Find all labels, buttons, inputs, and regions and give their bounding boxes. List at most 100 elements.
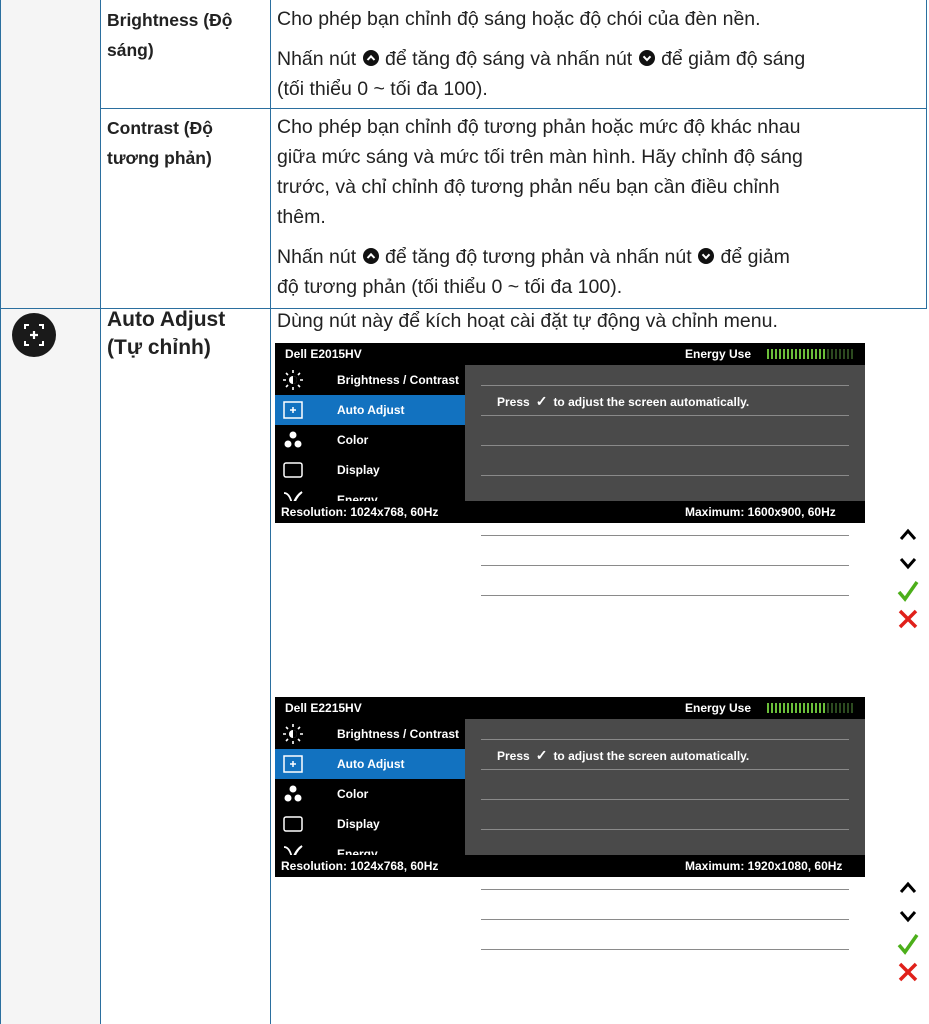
osd-menu-item-label: Color <box>337 433 369 447</box>
desc-text: Nhấn nút <box>277 48 357 70</box>
osd-content-row <box>481 445 849 476</box>
checkmark-icon: ✓ <box>535 393 548 409</box>
desc-text: để giảm <box>720 246 790 268</box>
up-button-icon <box>362 50 379 66</box>
check-icon[interactable] <box>895 931 921 957</box>
osd-content-row <box>481 415 849 446</box>
osd-menu-item-auto-adjust[interactable]: Auto Adjust <box>275 749 465 779</box>
msg-rest: to adjust the screen automatically. <box>553 749 750 763</box>
table-border-right <box>926 0 927 308</box>
auto-adjust-message: Press ✓ to adjust the screen automatically… <box>497 393 749 410</box>
monitor-model: Dell E2015HV <box>285 347 362 361</box>
display-icon <box>283 814 303 834</box>
osd-content-panel: Press ✓ to adjust the screen automatically… <box>465 719 865 950</box>
osd-menu-item-brightness-contrast[interactable]: Brightness / Contrast <box>275 719 465 749</box>
osd-content-row <box>481 799 849 830</box>
osd-menu-item-display[interactable]: Display <box>275 809 465 839</box>
others-icon <box>283 580 303 600</box>
term-contrast-line1: Contrast (Độ <box>107 118 213 138</box>
term-contrast: Contrast (Độ tương phản) <box>107 113 213 173</box>
osd-menu-item-label: Menu <box>337 523 369 537</box>
desc-text: để giảm độ sáng <box>661 48 806 70</box>
osd-menu-item-personalize[interactable]: Personalize <box>275 899 465 929</box>
osd-menu: Brightness / Contrast Auto Adjust Color Dis… <box>275 719 465 951</box>
desc-contrast-line4: thêm. <box>277 206 326 228</box>
osd-menu-item-label: Color <box>337 787 369 801</box>
osd-menu-item-label: Personalize <box>337 907 404 921</box>
desc-contrast-line6: độ tương phản (tối thiểu 0 ~ tối đa 100)… <box>277 276 623 298</box>
osd-menu-item-color[interactable]: Color <box>275 779 465 809</box>
msg-press: Press <box>497 749 530 763</box>
msg-rest: to adjust the screen automatically. <box>553 395 750 409</box>
brightness-contrast-icon <box>283 370 303 390</box>
menu-icon <box>283 874 303 894</box>
osd-menu-item-label: Others <box>337 583 376 597</box>
term-auto-adjust-line1: Auto Adjust <box>107 308 226 331</box>
desc-contrast-para2: Nhấn nút để tăng độ tương phản và nhấn n… <box>277 242 922 272</box>
desc-auto-adjust: Dùng nút này để kích hoạt cài đặt tự độn… <box>277 309 922 333</box>
osd-content-row: Press ✓ to adjust the screen automatically… <box>481 739 849 770</box>
osd-menu-item-auto-adjust[interactable]: Auto Adjust <box>275 395 465 425</box>
osd-menu-item-others[interactable]: Others <box>275 575 465 605</box>
resolution-text: Resolution: 1024x768, 60Hz <box>281 859 439 873</box>
color-icon <box>283 430 303 450</box>
osd-menu-item-label: Display <box>337 463 380 477</box>
up-arrow-icon[interactable] <box>895 875 921 901</box>
desc-brightness-line1: Cho phép bạn chỉnh độ sáng hoặc độ chói … <box>277 8 761 30</box>
term-brightness-line1: Brightness (Độ <box>107 10 233 30</box>
desc-brightness-para2: Nhấn nút để tăng độ sáng và nhấn nút để … <box>277 44 922 74</box>
table-border-2 <box>270 0 271 1024</box>
term-auto-adjust-line2: (Tự chỉnh) <box>107 336 211 359</box>
checkmark-icon: ✓ <box>535 747 548 763</box>
maximum-resolution-text: Maximum: 1600x900, 60Hz <box>685 505 836 519</box>
osd-menu-item-color[interactable]: Color <box>275 425 465 455</box>
desc-text: để tăng độ sáng và nhấn nút <box>385 48 633 70</box>
desc-brightness: Cho phép bạn chỉnh độ sáng hoặc độ chói … <box>277 4 922 104</box>
osd-menu-item-label: Brightness / Contrast <box>337 727 460 741</box>
exit-cross-icon[interactable] <box>895 959 921 985</box>
osd-menu-item-brightness-contrast[interactable]: Brightness / Contrast <box>275 365 465 395</box>
osd-menu-item-label: Personalize <box>337 553 404 567</box>
desc-text: để tăng độ tương phản và nhấn nút <box>385 246 692 268</box>
energy-meter-segment <box>851 349 853 359</box>
osd-menu-item-label: Display <box>337 817 380 831</box>
up-arrow-icon[interactable] <box>895 522 921 548</box>
osd-content-row <box>481 919 849 950</box>
desc-contrast-line2: giữa mức sáng và mức tối trên màn hình. … <box>277 146 803 168</box>
color-icon <box>283 784 303 804</box>
desc-contrast-line3: trước, và chỉ chỉnh độ tương phản nếu bạ… <box>277 176 780 198</box>
osd-content-row <box>481 769 849 800</box>
msg-press: Press <box>497 395 530 409</box>
osd-content-row: Press ✓ to adjust the screen automatically… <box>481 385 849 416</box>
personalize-icon <box>283 550 303 570</box>
osd-menu-item-label: Others <box>337 937 376 951</box>
auto-adjust-icon <box>283 400 303 420</box>
osd-content-row <box>481 535 849 566</box>
display-icon <box>283 460 303 480</box>
down-button-icon <box>638 50 655 66</box>
table-border-left <box>0 0 1 1024</box>
down-button-icon <box>698 248 715 264</box>
osd-menu-item-others[interactable]: Others <box>275 929 465 959</box>
osd-content-row <box>481 709 849 740</box>
personalize-icon <box>283 904 303 924</box>
auto-adjust-message: Press ✓ to adjust the screen automatically… <box>497 747 749 764</box>
down-arrow-icon[interactable] <box>895 903 921 929</box>
desc-contrast: Cho phép bạn chỉnh độ tương phản hoặc mứ… <box>277 112 922 302</box>
osd-menu-item-personalize[interactable]: Personalize <box>275 545 465 575</box>
desc-auto-adjust-line1: Dùng nút này để kích hoạt cài đặt tự độn… <box>277 310 778 332</box>
osd-content-row <box>481 565 849 596</box>
monitor-model: Dell E2215HV <box>285 701 362 715</box>
osd-menu-item-display[interactable]: Display <box>275 455 465 485</box>
term-auto-adjust: Auto Adjust (Tự chỉnh) <box>107 306 225 362</box>
resolution-text: Resolution: 1024x768, 60Hz <box>281 505 439 519</box>
osd-screen-e2215hv: Dell E2215HV Energy Use Brightness / Contr… <box>275 697 865 951</box>
osd-footer: Resolution: 1024x768, 60Hz Maximum: 1920x… <box>275 855 865 877</box>
osd-footer: Resolution: 1024x768, 60Hz Maximum: 1600x… <box>275 501 865 523</box>
exit-cross-icon[interactable] <box>895 606 921 632</box>
energy-meter-segment <box>851 703 853 713</box>
osd-content-row <box>481 355 849 386</box>
check-icon[interactable] <box>895 578 921 604</box>
down-arrow-icon[interactable] <box>895 550 921 576</box>
osd-menu-item-label: Menu <box>337 877 369 891</box>
